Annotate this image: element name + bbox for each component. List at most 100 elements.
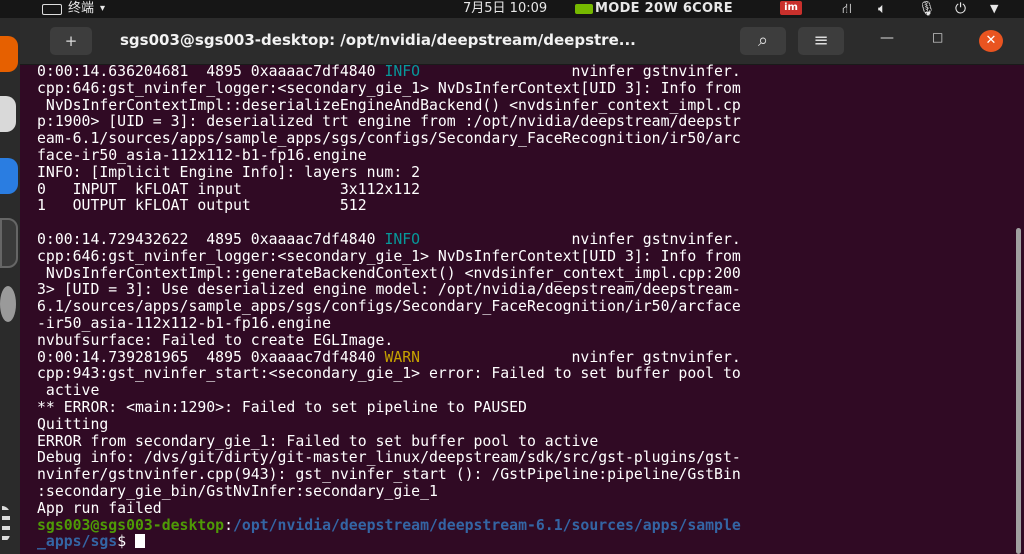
terminal-text: face-ir50_asia-112x112-b1-fp16.engine bbox=[37, 147, 367, 164]
terminal-line: 0:00:14.739281965 4895 0xaaaac7df4840 WA… bbox=[37, 348, 741, 367]
terminal-text: INFO: [Implicit Engine Info]: layers num… bbox=[37, 163, 421, 181]
prompt-dollar: $ bbox=[117, 533, 136, 551]
network-icon[interactable]: ⛙ bbox=[842, 0, 852, 18]
terminal-line: p:1900> [UID = 3]: deserialized trt engi… bbox=[37, 113, 741, 131]
files-icon[interactable] bbox=[0, 96, 16, 132]
menu-button[interactable]: ≡ bbox=[798, 27, 844, 55]
terminal-text: cpp:646:gst_nvinfer_logger:<secondary_gi… bbox=[37, 247, 741, 265]
power-mode-indicator[interactable]: MODE 20W 6CORE bbox=[575, 0, 733, 18]
terminal-text: ERROR from secondary_gie_1: Failed to se… bbox=[37, 432, 599, 450]
dock bbox=[0, 18, 20, 554]
chevron-down-icon: ▾ bbox=[100, 3, 106, 14]
app-name: 终端 bbox=[68, 1, 95, 16]
terminal-line: 6.1/sources/apps/sample_apps/sgs/configs… bbox=[37, 298, 741, 316]
terminal-line: NvDsInferContextImpl::deserializeEngineA… bbox=[37, 96, 741, 115]
terminal-line: cpp:646:gst_nvinfer_logger:<secondary_gi… bbox=[37, 247, 741, 266]
new-tab-icon: + bbox=[64, 32, 78, 50]
title-bar: + sgs003@sgs003-desktop: /opt/nvidia/dee… bbox=[20, 18, 1024, 65]
close-button[interactable]: ✕ bbox=[979, 30, 1003, 52]
browser-icon[interactable] bbox=[0, 158, 18, 194]
prompt-path: /opt/nvidia/deepstream/deepstream-6.1/so… bbox=[233, 516, 741, 534]
clock[interactable]: 7月5日 10:09 bbox=[463, 0, 547, 18]
new-tab-button[interactable]: + bbox=[50, 27, 92, 55]
prompt-user-host: sgs003@sgs003-desktop bbox=[37, 516, 225, 534]
log-source: nvinfer gstnvinfer. bbox=[420, 64, 741, 80]
terminal-line: cpp:646:gst_nvinfer_logger:<secondary_gi… bbox=[37, 79, 741, 98]
terminal-line: 3> [UID = 3]: Use deserialized engine mo… bbox=[37, 281, 741, 299]
volume-icon[interactable]: 🔈︎ bbox=[878, 0, 886, 18]
log-level: INFO bbox=[384, 64, 421, 80]
input-method-icon[interactable]: im bbox=[780, 1, 802, 15]
terminal-text: active bbox=[37, 382, 100, 400]
terminal-output[interactable]: 0:00:14.636204681 4895 0xaaaac7df4840 IN… bbox=[20, 64, 1010, 554]
firefox-icon[interactable] bbox=[0, 36, 18, 72]
search-icon: ⌕ bbox=[757, 30, 769, 51]
terminal-text: ** ERROR: <main:1290>: Failed to set pip… bbox=[37, 399, 527, 416]
power-mode-label: MODE 20W 6CORE bbox=[595, 1, 733, 16]
log-prefix: 0:00:14.739281965 4895 0xaaaac7df4840 bbox=[37, 348, 385, 366]
system-menu-chevron-icon[interactable]: ▼ bbox=[990, 0, 998, 18]
maximize-button[interactable]: □ bbox=[932, 30, 943, 44]
terminal-line: 0:00:14.636204681 4895 0xaaaac7df4840 IN… bbox=[37, 64, 741, 81]
terminal-dock-icon[interactable] bbox=[0, 218, 18, 268]
terminal-line: ** ERROR: <main:1290>: Failed to set pip… bbox=[37, 399, 527, 417]
system-top-bar: 终端 ▾ 7月5日 10:09 MODE 20W 6CORE im ⛙ 🔈︎ 🎙… bbox=[0, 0, 1024, 18]
terminal-text: cpp:646:gst_nvinfer_logger:<secondary_gi… bbox=[37, 79, 741, 97]
terminal-line: 1 OUTPUT kFLOAT output 512 bbox=[37, 197, 367, 215]
terminal-text: Debug info: /dvs/git/dirty/git-master_li… bbox=[37, 449, 741, 467]
terminal-text: App run failed bbox=[37, 499, 162, 517]
mic-icon[interactable]: 🎙︎ bbox=[918, 0, 936, 18]
window-title: sgs003@sgs003-desktop: /opt/nvidia/deeps… bbox=[120, 31, 636, 49]
terminal-line: cpp:943:gst_nvinfer_start:<secondary_gie… bbox=[37, 365, 741, 383]
terminal-line: 0 INPUT kFLOAT input 3x112x112 bbox=[37, 180, 421, 199]
prompt-colon: : bbox=[224, 516, 233, 534]
terminal-text: nvinfer/gstnvinfer.cpp(943): gst_nvinfer… bbox=[37, 466, 741, 484]
show-apps-icon[interactable] bbox=[2, 506, 10, 542]
log-source: nvinfer gstnvinfer. bbox=[420, 231, 741, 248]
terminal-line: -ir50_asia-112x112-b1-fp16.engine bbox=[37, 315, 331, 333]
terminal-text: 0 INPUT kFLOAT input 3x112x112 bbox=[37, 180, 421, 198]
terminal-text: -ir50_asia-112x112-b1-fp16.engine bbox=[37, 315, 331, 332]
log-level: INFO bbox=[384, 231, 421, 248]
terminal-line: App run failed bbox=[37, 499, 162, 518]
terminal-line: sgs003@sgs003-desktop:/opt/nvidia/deepst… bbox=[37, 516, 741, 535]
terminal-line: INFO: [Implicit Engine Info]: layers num… bbox=[37, 163, 421, 182]
terminal-line: 0:00:14.729432622 4895 0xaaaac7df4840 IN… bbox=[37, 231, 741, 249]
terminal-line: nvbufsurface: Failed to create EGLImage. bbox=[37, 331, 394, 350]
settings-icon[interactable] bbox=[0, 286, 16, 322]
nvidia-icon bbox=[575, 3, 593, 14]
terminal-text: :secondary_gie_bin/GstNvInfer:secondary_… bbox=[37, 483, 438, 500]
terminal-line: ERROR from secondary_gie_1: Failed to se… bbox=[37, 432, 599, 451]
terminal-text: NvDsInferContextImpl::deserializeEngineA… bbox=[37, 96, 741, 114]
terminal-line: Quitting bbox=[37, 415, 109, 434]
app-menu[interactable]: 终端 ▾ bbox=[42, 0, 105, 18]
close-icon: ✕ bbox=[985, 33, 997, 48]
search-button[interactable]: ⌕ bbox=[740, 27, 786, 55]
hamburger-icon: ≡ bbox=[813, 30, 829, 51]
terminal-line: _apps/sgs$ bbox=[37, 533, 146, 551]
scrollbar[interactable] bbox=[1016, 228, 1021, 554]
terminal-text: eam-6.1/sources/apps/sample_apps/sgs/con… bbox=[37, 130, 741, 148]
minimize-button[interactable]: — bbox=[880, 30, 894, 46]
terminal-app-icon bbox=[42, 3, 62, 15]
terminal-text: cpp:943:gst_nvinfer_start:<secondary_gie… bbox=[37, 365, 741, 383]
terminal-text: Quitting bbox=[37, 415, 109, 433]
cursor bbox=[135, 534, 146, 549]
log-prefix: 0:00:14.729432622 4895 0xaaaac7df4840 bbox=[37, 231, 385, 248]
terminal-text: p:1900> [UID = 3]: deserialized trt engi… bbox=[37, 113, 741, 131]
log-level: WARN bbox=[384, 348, 421, 366]
terminal-text: 3> [UID = 3]: Use deserialized engine mo… bbox=[37, 281, 741, 299]
terminal-line: :secondary_gie_bin/GstNvInfer:secondary_… bbox=[37, 483, 438, 501]
terminal-text: 1 OUTPUT kFLOAT output 512 bbox=[37, 197, 367, 215]
log-prefix: 0:00:14.636204681 4895 0xaaaac7df4840 bbox=[37, 64, 385, 80]
prompt-path: _apps/sgs bbox=[37, 533, 118, 551]
terminal-line: NvDsInferContextImpl::generateBackendCon… bbox=[37, 265, 741, 283]
terminal-line: active bbox=[37, 382, 100, 400]
terminal-window: + sgs003@sgs003-desktop: /opt/nvidia/dee… bbox=[20, 18, 1024, 554]
power-icon[interactable]: ⏻ bbox=[955, 0, 966, 18]
log-source: nvinfer gstnvinfer. bbox=[420, 348, 741, 366]
terminal-text: nvbufsurface: Failed to create EGLImage. bbox=[37, 331, 394, 349]
terminal-line: nvinfer/gstnvinfer.cpp(943): gst_nvinfer… bbox=[37, 466, 741, 484]
terminal-text: 6.1/sources/apps/sample_apps/sgs/configs… bbox=[37, 298, 741, 316]
terminal-line: face-ir50_asia-112x112-b1-fp16.engine bbox=[37, 147, 367, 165]
